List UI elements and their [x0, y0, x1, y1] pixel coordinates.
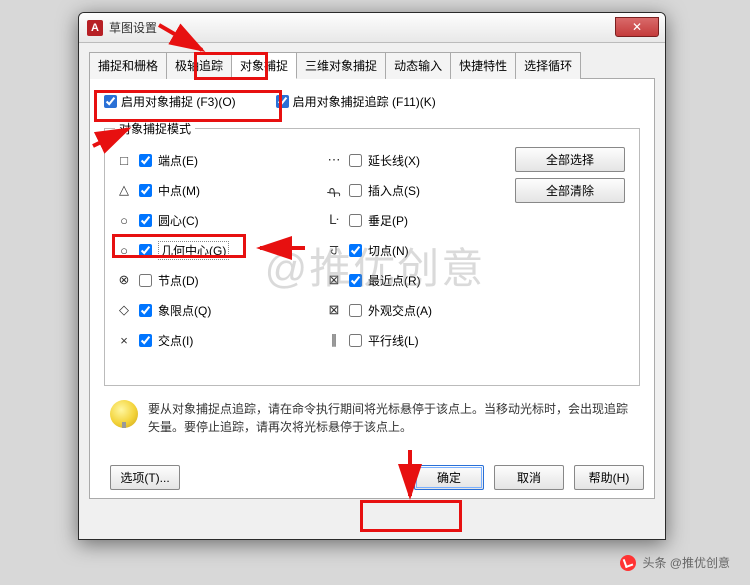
- osnap-label: 节点(D): [158, 272, 199, 289]
- osnap-row-left-3: ○ 几何中心(G): [115, 235, 325, 265]
- osnap-right-column: ⋯ 延长线(X) ᠊ᠲ 插入点(S) ᒷ 垂足(P) ਹ 切点(N) ⊠ 最近点(R) ⊠ 外观交点(…: [325, 145, 515, 355]
- osnap-row-left-5: ◇ 象限点(Q): [115, 295, 325, 325]
- close-button[interactable]: ✕: [615, 17, 659, 37]
- osnap-label: 切点(N): [368, 242, 409, 259]
- credit-text: 头条 @推优创意: [642, 554, 730, 571]
- bulk-buttons: 全部选择 全部清除: [515, 145, 625, 355]
- osnap-modes-group: 对象捕捉模式 □ 端点(E) △ 中点(M) ○ 圆心(C) ○ 几何中心(G) ⊗ 节点(D) ◇…: [104, 120, 640, 386]
- osnap-symbol-icon: ×: [115, 331, 133, 349]
- osnap-row-right-3: ਹ 切点(N): [325, 235, 515, 265]
- tab-2[interactable]: 对象捕捉: [231, 52, 297, 79]
- tabs: 捕捉和栅格极轴追踪对象捕捉三维对象捕捉动态输入快捷特性选择循环: [89, 51, 655, 79]
- osnap-label: 圆心(C): [158, 212, 199, 229]
- ok-button[interactable]: 确定: [414, 465, 484, 490]
- osnap-checkbox[interactable]: [139, 184, 152, 197]
- osnap-checkbox[interactable]: [139, 214, 152, 227]
- osnap-label: 平行线(L): [368, 332, 419, 349]
- tab-content: 启用对象捕捉 (F3)(O) 启用对象捕捉追踪 (F11)(K) 对象捕捉模式 …: [89, 79, 655, 499]
- tip: 要从对象捕捉点追踪，请在命令执行期间将光标悬停于该点上。当移动光标时，会出现追踪…: [104, 396, 640, 440]
- osnap-checkbox[interactable]: [139, 154, 152, 167]
- osnap-checkbox[interactable]: [349, 184, 362, 197]
- osnap-checkbox[interactable]: [349, 334, 362, 347]
- enable-osnap-checkbox[interactable]: 启用对象捕捉 (F3)(O): [104, 93, 236, 110]
- osnap-symbol-icon: ∥: [325, 331, 343, 349]
- options-button[interactable]: 选项(T)...: [110, 465, 180, 490]
- osnap-label: 几何中心(G): [158, 241, 229, 260]
- osnap-row-left-0: □ 端点(E): [115, 145, 325, 175]
- osnap-checkbox[interactable]: [349, 244, 362, 257]
- osnap-row-right-1: ᠊ᠲ 插入点(S): [325, 175, 515, 205]
- enable-track-checkbox[interactable]: 启用对象捕捉追踪 (F11)(K): [276, 93, 436, 110]
- tip-text: 要从对象捕捉点追踪，请在命令执行期间将光标悬停于该点上。当移动光标时，会出现追踪…: [148, 400, 634, 436]
- osnap-row-right-6: ∥ 平行线(L): [325, 325, 515, 355]
- osnap-checkbox[interactable]: [349, 274, 362, 287]
- osnap-label: 象限点(Q): [158, 302, 211, 319]
- credit: 头条 @推优创意: [620, 554, 730, 571]
- select-all-button[interactable]: 全部选择: [515, 147, 625, 172]
- tab-1[interactable]: 极轴追踪: [166, 52, 232, 79]
- osnap-checkbox[interactable]: [139, 334, 152, 347]
- enable-track-label: 启用对象捕捉追踪 (F11)(K): [293, 93, 436, 110]
- osnap-checkbox[interactable]: [349, 154, 362, 167]
- osnap-label: 外观交点(A): [368, 302, 432, 319]
- osnap-row-right-0: ⋯ 延长线(X): [325, 145, 515, 175]
- osnap-label: 交点(I): [158, 332, 193, 349]
- titlebar[interactable]: A 草图设置 ✕: [79, 13, 665, 43]
- tab-4[interactable]: 动态输入: [385, 52, 451, 79]
- osnap-symbol-icon: △: [115, 181, 133, 199]
- credit-icon: [620, 555, 636, 571]
- osnap-label: 延长线(X): [368, 152, 420, 169]
- osnap-label: 中点(M): [158, 182, 200, 199]
- osnap-checkbox[interactable]: [349, 304, 362, 317]
- osnap-row-left-1: △ 中点(M): [115, 175, 325, 205]
- tab-5[interactable]: 快捷特性: [450, 52, 516, 79]
- osnap-row-left-4: ⊗ 节点(D): [115, 265, 325, 295]
- osnap-symbol-icon: ᒷ: [325, 211, 343, 229]
- tab-6[interactable]: 选择循环: [515, 52, 581, 79]
- osnap-checkbox[interactable]: [349, 214, 362, 227]
- osnap-symbol-icon: ⊠: [325, 271, 343, 289]
- osnap-checkbox[interactable]: [139, 274, 152, 287]
- osnap-row-left-6: × 交点(I): [115, 325, 325, 355]
- osnap-checkbox[interactable]: [139, 304, 152, 317]
- osnap-symbol-icon: ◇: [115, 301, 133, 319]
- tab-3[interactable]: 三维对象捕捉: [296, 52, 386, 79]
- group-legend: 对象捕捉模式: [115, 120, 195, 137]
- osnap-label: 插入点(S): [368, 182, 420, 199]
- osnap-symbol-icon: □: [115, 151, 133, 169]
- osnap-symbol-icon: ⊠: [325, 301, 343, 319]
- osnap-checkbox[interactable]: [139, 244, 152, 257]
- app-icon: A: [87, 20, 103, 36]
- osnap-left-column: □ 端点(E) △ 中点(M) ○ 圆心(C) ○ 几何中心(G) ⊗ 节点(D) ◇ 象限点(Q) ×…: [115, 145, 325, 355]
- clear-all-button[interactable]: 全部清除: [515, 178, 625, 203]
- dialog-window: A 草图设置 ✕ 捕捉和栅格极轴追踪对象捕捉三维对象捕捉动态输入快捷特性选择循环…: [78, 12, 666, 540]
- enable-osnap-label: 启用对象捕捉 (F3)(O): [121, 93, 236, 110]
- osnap-label: 端点(E): [158, 152, 198, 169]
- tab-0[interactable]: 捕捉和栅格: [89, 52, 167, 79]
- osnap-label: 最近点(R): [368, 272, 421, 289]
- osnap-row-right-4: ⊠ 最近点(R): [325, 265, 515, 295]
- osnap-row-right-5: ⊠ 外观交点(A): [325, 295, 515, 325]
- osnap-symbol-icon: ⊗: [115, 271, 133, 289]
- osnap-symbol-icon: ᠊ᠲ: [325, 181, 343, 199]
- osnap-row-right-2: ᒷ 垂足(P): [325, 205, 515, 235]
- osnap-symbol-icon: ○: [115, 211, 133, 229]
- osnap-symbol-icon: ○: [115, 241, 133, 259]
- cancel-button[interactable]: 取消: [494, 465, 564, 490]
- osnap-row-left-2: ○ 圆心(C): [115, 205, 325, 235]
- window-title: 草图设置: [109, 19, 157, 36]
- lightbulb-icon: [110, 400, 138, 428]
- help-button[interactable]: 帮助(H): [574, 465, 644, 490]
- osnap-symbol-icon: ⋯: [325, 151, 343, 169]
- osnap-symbol-icon: ਹ: [325, 241, 343, 259]
- osnap-label: 垂足(P): [368, 212, 408, 229]
